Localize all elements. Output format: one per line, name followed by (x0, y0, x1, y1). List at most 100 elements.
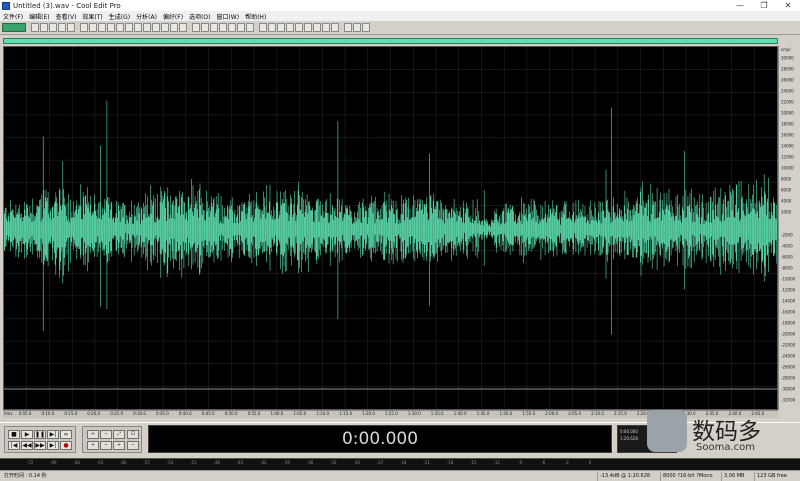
toolbar-button[interactable] (237, 23, 245, 32)
toolbar-button[interactable] (313, 23, 321, 32)
new-file-button[interactable] (31, 23, 39, 32)
toolbar-button[interactable] (286, 23, 294, 32)
toolbar-button[interactable] (228, 23, 236, 32)
toolbar-button[interactable] (331, 23, 339, 32)
toolbar-button[interactable] (210, 23, 218, 32)
amplitude-tick-label: 4000 (781, 198, 792, 204)
menu-options[interactable]: 选项(O) (186, 12, 213, 21)
loop-button[interactable]: ∞ (60, 430, 72, 439)
toolbar-button[interactable] (58, 23, 66, 32)
toolbar-button[interactable] (152, 23, 160, 32)
record-button[interactable]: ● (60, 441, 72, 450)
toolbar-button[interactable] (179, 23, 187, 32)
zoom-full-button[interactable]: ⤢ (113, 430, 125, 439)
save-file-button[interactable] (49, 23, 57, 32)
toolbar-button[interactable] (295, 23, 303, 32)
play-button[interactable]: ▶ (21, 430, 33, 439)
toolbar-button[interactable] (125, 23, 133, 32)
menu-generate[interactable]: 生成(G) (106, 12, 133, 21)
level-tick-label: -36 (306, 460, 314, 465)
toolbar-button[interactable] (322, 23, 330, 32)
level-tick-label: -54 (166, 460, 174, 465)
amplitude-tick-label: 26000 (781, 77, 794, 83)
zoom-out-vertical-button[interactable]: − (100, 441, 112, 450)
toolbar-button[interactable] (161, 23, 169, 32)
amplitude-tick-label: -18000 (781, 320, 796, 326)
time-tick-label: 1:40.0 (453, 411, 467, 416)
waveform-overview-bar[interactable] (3, 38, 778, 44)
minimize-button[interactable]: — (728, 0, 752, 11)
waveform-svg (4, 47, 777, 409)
time-tick-label: 0:05.0 (18, 411, 32, 416)
menu-file[interactable]: 文件(F) (0, 12, 26, 21)
menu-edit[interactable]: 编辑(E) (26, 12, 52, 21)
level-tick-label: -27 (376, 460, 384, 465)
selection-end-value[interactable]: 1:20.628 (620, 436, 638, 441)
time-display: 0:00.000 (148, 425, 612, 453)
zoom-in-horizontal-button[interactable]: + (87, 430, 99, 439)
time-tick-label: 2:15.0 (613, 411, 627, 416)
paste-button[interactable] (98, 23, 106, 32)
cut-button[interactable] (80, 23, 88, 32)
toolbar-button[interactable] (67, 23, 75, 32)
zoom-in-vertical-button[interactable]: + (87, 441, 99, 450)
stop-button[interactable]: ■ (8, 430, 20, 439)
maximize-button[interactable]: ❐ (752, 0, 776, 11)
toolbar-button[interactable] (304, 23, 312, 32)
amplitude-tick-label: 2000 (781, 209, 792, 215)
zoom-to-left-button[interactable]: + (113, 441, 125, 450)
time-tick-label: 0:45.0 (201, 411, 215, 416)
time-unit-label: hms (4, 411, 13, 416)
amplitude-tick-label: -20000 (781, 331, 796, 337)
toolbar-button[interactable] (246, 23, 254, 32)
toolbar-button[interactable] (134, 23, 142, 32)
waveform-display[interactable] (3, 46, 778, 410)
toolbar-button[interactable] (219, 23, 227, 32)
toolbar-button[interactable] (259, 23, 267, 32)
toolbar-button[interactable] (201, 23, 209, 32)
menu-favorites[interactable]: 偏好(F) (160, 12, 186, 21)
watermark-en-text: Sooma.com (696, 442, 755, 453)
toolbar-button[interactable] (353, 23, 361, 32)
play-to-end-button[interactable]: ▶| (47, 430, 59, 439)
toolbar-button[interactable] (277, 23, 285, 32)
selection-begin-value[interactable]: 0:00.000 (620, 429, 638, 434)
level-tick-label: -42 (260, 460, 267, 465)
menu-view[interactable]: 查看(V) (53, 12, 80, 21)
level-tick-label: -69 (50, 460, 57, 465)
zoom-selection-button[interactable]: ⊡ (127, 430, 139, 439)
toolbar-button[interactable] (116, 23, 124, 32)
time-tick-label: 1:50.0 (499, 411, 513, 416)
pause-button[interactable]: ❚❚ (34, 430, 46, 439)
close-button[interactable]: ✕ (776, 0, 800, 11)
menu-help[interactable]: 帮助(H) (242, 12, 269, 21)
status-format: 8000 ?16-bit ?Mono (660, 472, 720, 481)
menu-analyze[interactable]: 分析(A) (133, 12, 160, 21)
toolbar-button[interactable] (170, 23, 178, 32)
toolbar-button[interactable] (192, 23, 200, 32)
menu-window[interactable]: 窗口(W) (213, 12, 242, 21)
watermark-logo-icon (647, 410, 687, 452)
go-to-start-button[interactable]: |◀ (8, 441, 20, 450)
multitrack-toggle-button[interactable] (2, 23, 26, 32)
zoom-to-right-button[interactable]: − (127, 441, 139, 450)
toolbar-button[interactable] (362, 23, 370, 32)
zoom-out-horizontal-button[interactable]: − (100, 430, 112, 439)
go-to-end-button[interactable]: ▶| (47, 441, 59, 450)
amplitude-tick-label: -10000 (781, 276, 796, 282)
amplitude-tick-label: -16000 (781, 309, 796, 315)
toolbar-button[interactable] (344, 23, 352, 32)
amplitude-tick-label: 20000 (781, 110, 794, 116)
toolbar-button[interactable] (107, 23, 115, 32)
toolbar-button[interactable] (143, 23, 151, 32)
toolbar-button[interactable] (268, 23, 276, 32)
open-file-button[interactable] (40, 23, 48, 32)
time-tick-label: 1:00.0 (270, 411, 284, 416)
copy-button[interactable] (89, 23, 97, 32)
time-tick-label: 1:25.0 (384, 411, 398, 416)
menu-effects[interactable]: 效果(T) (79, 12, 105, 21)
fast-forward-button[interactable]: ▶▶ (34, 441, 46, 450)
amplitude-tick-label: -24000 (781, 353, 796, 359)
rewind-button[interactable]: ◀◀ (21, 441, 33, 450)
menu-bar: 文件(F) 编辑(E) 查看(V) 效果(T) 生成(G) 分析(A) 偏好(F… (0, 11, 800, 21)
